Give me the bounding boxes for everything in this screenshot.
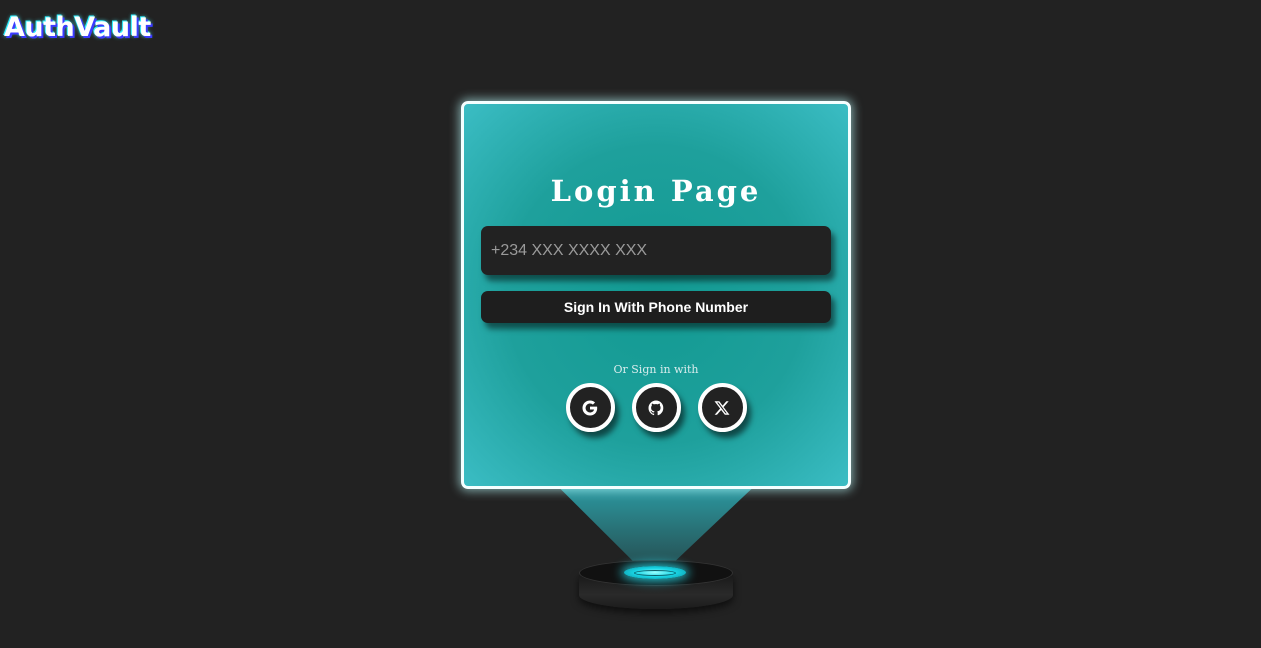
sign-in-phone-button[interactable]: Sign In With Phone Number <box>481 291 831 323</box>
github-icon <box>648 400 664 415</box>
or-sign-in-label: Or Sign in with <box>613 363 699 376</box>
app-logo[interactable]: AuthVault <box>4 12 151 43</box>
x-icon <box>714 400 730 415</box>
google-icon <box>582 400 598 415</box>
hologram-light-ring <box>634 570 676 576</box>
phone-number-input[interactable] <box>481 226 831 275</box>
github-login-button[interactable] <box>631 383 681 432</box>
page-title: Login Page <box>550 174 762 208</box>
login-card: Login Page Sign In With Phone Number Or … <box>461 101 851 489</box>
google-login-button[interactable] <box>565 383 615 432</box>
social-login-group <box>464 383 848 432</box>
x-login-button[interactable] <box>697 383 747 432</box>
